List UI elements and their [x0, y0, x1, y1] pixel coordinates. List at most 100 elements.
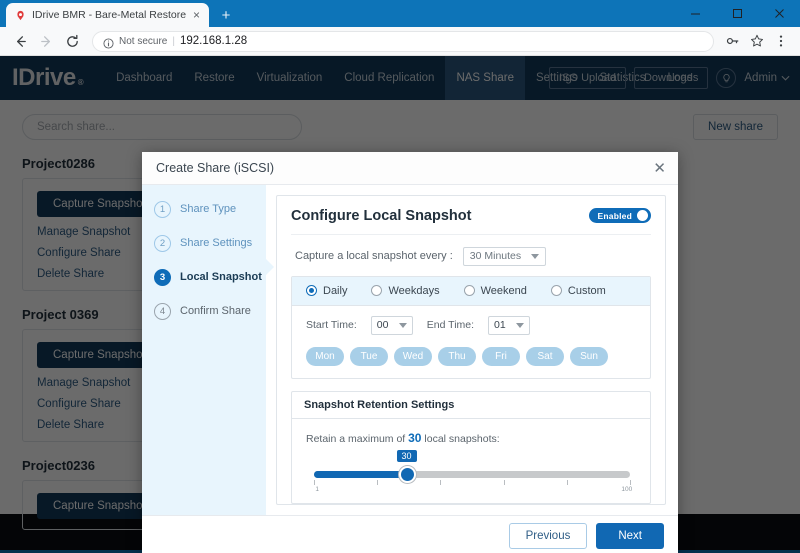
retention-header: Snapshot Retention Settings	[292, 392, 650, 419]
new-tab-button[interactable]: +	[217, 6, 235, 24]
start-time-value: 00	[376, 319, 389, 332]
security-status-label: Not secure	[119, 35, 168, 47]
window-controls	[674, 0, 800, 27]
day-chip-sun[interactable]: Sun	[570, 346, 608, 366]
radio-label: Daily	[323, 284, 348, 297]
retention-body: Retain a maximum of 30 local snapshots: …	[292, 419, 650, 503]
reload-icon[interactable]	[60, 29, 84, 53]
day-chip-thu[interactable]: Thu	[438, 346, 476, 366]
slider-ticks: 1 100	[314, 479, 633, 493]
step-number: 4	[154, 302, 171, 320]
modal-title: Create Share (iSCSI)	[156, 160, 275, 175]
day-chip-fri[interactable]: Fri	[482, 346, 520, 366]
slider-tick	[503, 479, 505, 485]
active-step-pointer	[265, 257, 274, 276]
key-icon[interactable]	[722, 30, 744, 52]
info-circle-icon	[103, 36, 114, 49]
radio-label: Custom	[567, 284, 606, 297]
slider-min-label: 1	[315, 485, 319, 493]
toggle-knob	[637, 210, 648, 222]
frequency-label: Capture a local snapshot every :	[295, 250, 453, 263]
radio-dot	[371, 285, 383, 297]
create-share-modal: Create Share (iSCSI) ✕ 1 Share Type 2 Sh…	[142, 152, 678, 553]
schedule-radio-group: Daily Weekdays Weekend Custom	[292, 276, 650, 306]
modal-header: Create Share (iSCSI) ✕	[142, 152, 678, 185]
browser-window: IDrive BMR - Bare-Metal Restore × + Not …	[0, 0, 800, 553]
start-time-select[interactable]: 00	[370, 315, 413, 335]
previous-button[interactable]: Previous	[508, 523, 588, 550]
retention-value: 30	[408, 430, 422, 445]
wizard-step-confirm-share[interactable]: 4 Confirm Share	[154, 302, 266, 320]
start-time-label: Start Time:	[306, 319, 357, 332]
slider-tick	[566, 479, 568, 485]
radio-label: Weekend	[480, 284, 527, 297]
web-page: IDrivе® Dashboard Restore Virtualization…	[0, 56, 800, 553]
step-label: Share Type	[180, 203, 237, 216]
retention-text: Retain a maximum of 30 local snapshots:	[306, 431, 636, 445]
step-number: 1	[154, 200, 171, 218]
browser-tab-title: IDrive BMR - Bare-Metal Restore	[32, 9, 187, 21]
browser-toolbar: Not secure | 192.168.1.28	[0, 27, 800, 56]
forward-icon[interactable]	[34, 29, 58, 53]
retention-text-before: Retain a maximum of	[306, 432, 406, 445]
day-chip-sat[interactable]: Sat	[526, 346, 564, 366]
window-close-button[interactable]	[758, 0, 800, 27]
radio-weekend[interactable]: Weekend	[463, 284, 527, 297]
wizard-step-share-type[interactable]: 1 Share Type	[154, 200, 266, 218]
browser-tabstrip: IDrive BMR - Bare-Metal Restore × +	[0, 0, 800, 27]
end-time-label: End Time:	[426, 319, 475, 332]
day-chip-mon[interactable]: Mon	[306, 346, 344, 366]
wizard-steps: 1 Share Type 2 Share Settings 3 Local Sn…	[142, 184, 274, 516]
chevron-down-icon	[516, 322, 525, 328]
window-maximize-button[interactable]	[716, 0, 758, 27]
day-chip-tue[interactable]: Tue	[350, 346, 388, 366]
address-bar[interactable]: Not secure | 192.168.1.28	[92, 30, 714, 52]
window-minimize-button[interactable]	[674, 0, 716, 27]
step-content-wrapper: Configure Local Snapshot Enabled Capture…	[266, 184, 678, 516]
radio-label: Weekdays	[388, 284, 440, 297]
star-icon[interactable]	[746, 30, 768, 52]
chevron-down-icon	[531, 253, 540, 259]
browser-tab[interactable]: IDrive BMR - Bare-Metal Restore ×	[6, 3, 210, 27]
slider-fill	[314, 470, 407, 478]
retention-text-after: local snapshots:	[424, 432, 500, 445]
three-dot-menu-icon[interactable]	[770, 30, 792, 52]
retention-slider[interactable]: 30 1 100	[314, 449, 633, 493]
retention-section: Snapshot Retention Settings Retain a max…	[291, 390, 651, 504]
back-icon[interactable]	[8, 29, 32, 53]
omnibox-separator: |	[172, 35, 175, 47]
radio-weekdays[interactable]: Weekdays	[371, 284, 440, 297]
modal-body: 1 Share Type 2 Share Settings 3 Local Sn…	[142, 184, 678, 516]
pane-divider	[291, 233, 651, 235]
radio-daily[interactable]: Daily	[306, 285, 347, 297]
step-number: 3	[154, 268, 171, 286]
enabled-toggle[interactable]: Enabled	[588, 208, 651, 224]
frequency-select[interactable]: 30 Minutes	[462, 246, 547, 266]
idrive-favicon	[15, 10, 26, 21]
time-row: Start Time: 00 End Time: 01	[306, 315, 636, 335]
step-label: Share Settings	[180, 237, 253, 250]
modal-footer: Previous Next	[142, 515, 678, 553]
slider-max-label: 100	[621, 485, 633, 493]
day-chip-wed[interactable]: Wed	[394, 346, 432, 366]
radio-dot	[550, 285, 562, 297]
wizard-step-share-settings[interactable]: 2 Share Settings	[154, 234, 266, 252]
slider-value-bubble: 30	[396, 449, 417, 462]
step-number: 2	[154, 234, 171, 252]
close-icon[interactable]: ✕	[653, 161, 666, 176]
slider-tick	[630, 479, 631, 485]
pane-header: Configure Local Snapshot Enabled	[291, 208, 651, 224]
end-time-select[interactable]: 01	[488, 315, 531, 335]
slider-tick	[314, 479, 315, 485]
radio-custom[interactable]: Custom	[550, 284, 606, 297]
tab-close-icon[interactable]: ×	[192, 9, 201, 21]
local-snapshot-pane: Configure Local Snapshot Enabled Capture…	[276, 194, 666, 506]
frequency-value: 30 Minutes	[469, 250, 522, 263]
schedule-body: Start Time: 00 End Time: 01 Mon Tue Wed …	[292, 306, 650, 378]
url-text: 192.168.1.28	[179, 35, 248, 47]
schedule-section: Daily Weekdays Weekend Custom Start Time…	[291, 275, 651, 379]
chevron-down-icon	[398, 322, 407, 328]
next-button[interactable]: Next	[596, 523, 664, 550]
wizard-step-local-snapshot[interactable]: 3 Local Snapshot	[154, 268, 266, 286]
step-label: Confirm Share	[180, 305, 251, 318]
